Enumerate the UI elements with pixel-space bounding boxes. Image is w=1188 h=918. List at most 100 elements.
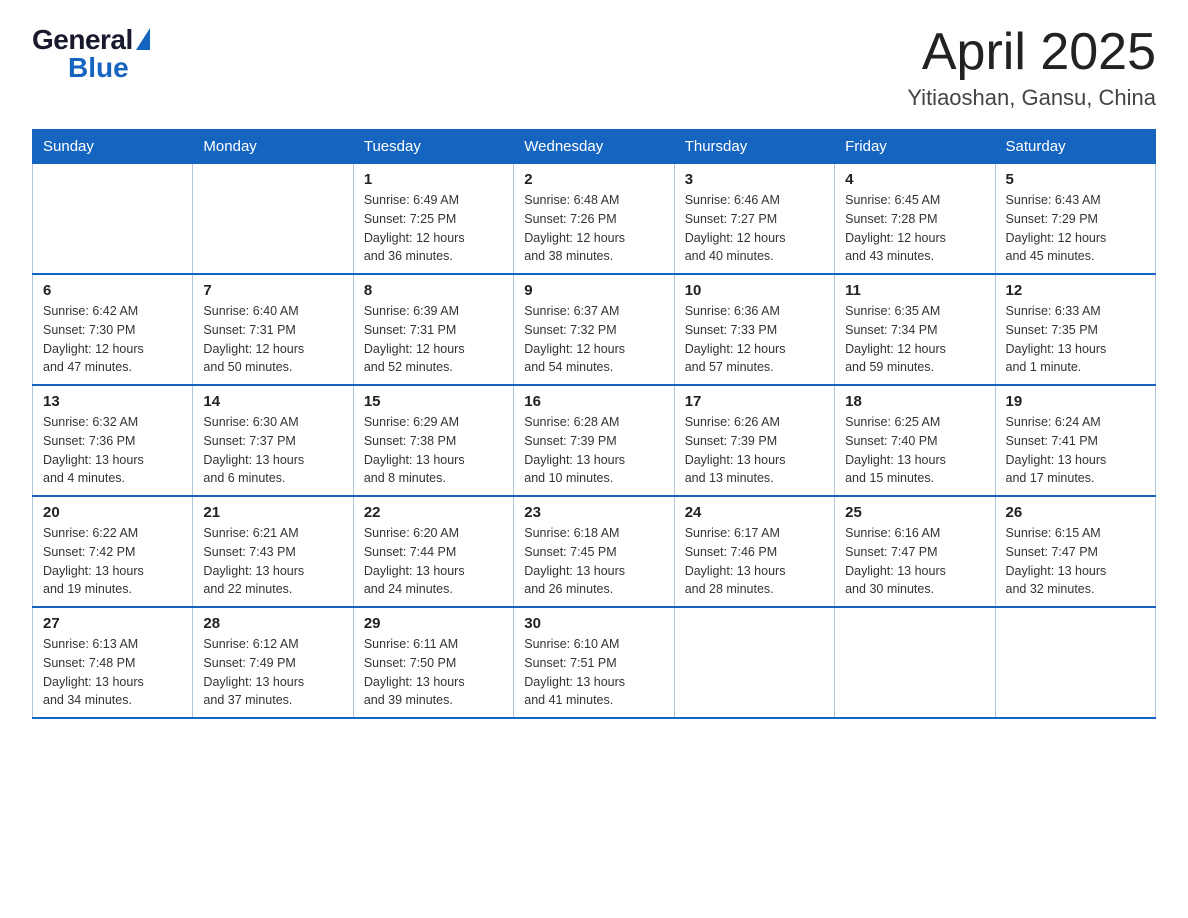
- day-number: 12: [1006, 282, 1145, 299]
- day-number: 27: [43, 615, 182, 632]
- day-number: 8: [364, 282, 503, 299]
- calendar-cell: 26 Sunrise: 6:15 AMSunset: 7:47 PMDayligh…: [995, 496, 1155, 607]
- day-number: 11: [845, 282, 984, 299]
- day-info: Sunrise: 6:25 AMSunset: 7:40 PMDaylight:…: [845, 413, 984, 488]
- day-info: Sunrise: 6:21 AMSunset: 7:43 PMDaylight:…: [203, 524, 342, 599]
- day-info: Sunrise: 6:49 AMSunset: 7:25 PMDaylight:…: [364, 191, 503, 266]
- calendar-week-row: 20 Sunrise: 6:22 AMSunset: 7:42 PMDayligh…: [33, 496, 1156, 607]
- calendar-cell: 19 Sunrise: 6:24 AMSunset: 7:41 PMDayligh…: [995, 385, 1155, 496]
- calendar-cell: 20 Sunrise: 6:22 AMSunset: 7:42 PMDayligh…: [33, 496, 193, 607]
- calendar-cell: 18 Sunrise: 6:25 AMSunset: 7:40 PMDayligh…: [835, 385, 995, 496]
- day-number: 28: [203, 615, 342, 632]
- day-number: 9: [524, 282, 663, 299]
- day-info: Sunrise: 6:37 AMSunset: 7:32 PMDaylight:…: [524, 302, 663, 377]
- calendar-cell: 17 Sunrise: 6:26 AMSunset: 7:39 PMDayligh…: [674, 385, 834, 496]
- day-info: Sunrise: 6:36 AMSunset: 7:33 PMDaylight:…: [685, 302, 824, 377]
- day-info: Sunrise: 6:48 AMSunset: 7:26 PMDaylight:…: [524, 191, 663, 266]
- day-info: Sunrise: 6:10 AMSunset: 7:51 PMDaylight:…: [524, 635, 663, 710]
- day-info: Sunrise: 6:11 AMSunset: 7:50 PMDaylight:…: [364, 635, 503, 710]
- day-info: Sunrise: 6:45 AMSunset: 7:28 PMDaylight:…: [845, 191, 984, 266]
- weekday-header-row: SundayMondayTuesdayWednesdayThursdayFrid…: [33, 130, 1156, 164]
- day-info: Sunrise: 6:12 AMSunset: 7:49 PMDaylight:…: [203, 635, 342, 710]
- logo: General Blue: [32, 24, 150, 84]
- day-number: 6: [43, 282, 182, 299]
- calendar-week-row: 6 Sunrise: 6:42 AMSunset: 7:30 PMDaylight…: [33, 274, 1156, 385]
- day-info: Sunrise: 6:26 AMSunset: 7:39 PMDaylight:…: [685, 413, 824, 488]
- day-info: Sunrise: 6:17 AMSunset: 7:46 PMDaylight:…: [685, 524, 824, 599]
- calendar-week-row: 27 Sunrise: 6:13 AMSunset: 7:48 PMDayligh…: [33, 607, 1156, 718]
- weekday-header-tuesday: Tuesday: [353, 130, 513, 164]
- day-number: 26: [1006, 504, 1145, 521]
- calendar-cell: 4 Sunrise: 6:45 AMSunset: 7:28 PMDaylight…: [835, 164, 995, 275]
- day-info: Sunrise: 6:43 AMSunset: 7:29 PMDaylight:…: [1006, 191, 1145, 266]
- day-number: 20: [43, 504, 182, 521]
- day-info: Sunrise: 6:35 AMSunset: 7:34 PMDaylight:…: [845, 302, 984, 377]
- location-subtitle: Yitiaoshan, Gansu, China: [907, 85, 1156, 111]
- logo-triangle-icon: [136, 28, 150, 50]
- calendar-cell: 12Sunrise: 6:33 AMSunset: 7:35 PMDayligh…: [995, 274, 1155, 385]
- calendar-week-row: 13 Sunrise: 6:32 AMSunset: 7:36 PMDayligh…: [33, 385, 1156, 496]
- page-header: General Blue April 2025 Yitiaoshan, Gans…: [32, 24, 1156, 111]
- calendar-cell: 28 Sunrise: 6:12 AMSunset: 7:49 PMDayligh…: [193, 607, 353, 718]
- day-number: 1: [364, 171, 503, 188]
- weekday-header-saturday: Saturday: [995, 130, 1155, 164]
- day-number: 13: [43, 393, 182, 410]
- calendar-cell: 6 Sunrise: 6:42 AMSunset: 7:30 PMDaylight…: [33, 274, 193, 385]
- day-number: 22: [364, 504, 503, 521]
- day-number: 29: [364, 615, 503, 632]
- calendar-cell: 21 Sunrise: 6:21 AMSunset: 7:43 PMDayligh…: [193, 496, 353, 607]
- day-number: 3: [685, 171, 824, 188]
- calendar-cell: 13 Sunrise: 6:32 AMSunset: 7:36 PMDayligh…: [33, 385, 193, 496]
- calendar-cell: 25Sunrise: 6:16 AMSunset: 7:47 PMDayligh…: [835, 496, 995, 607]
- day-info: Sunrise: 6:28 AMSunset: 7:39 PMDaylight:…: [524, 413, 663, 488]
- calendar-cell: 2 Sunrise: 6:48 AMSunset: 7:26 PMDaylight…: [514, 164, 674, 275]
- day-info: Sunrise: 6:32 AMSunset: 7:36 PMDaylight:…: [43, 413, 182, 488]
- day-number: 30: [524, 615, 663, 632]
- day-info: Sunrise: 6:13 AMSunset: 7:48 PMDaylight:…: [43, 635, 182, 710]
- day-number: 4: [845, 171, 984, 188]
- weekday-header-thursday: Thursday: [674, 130, 834, 164]
- calendar-cell: 14Sunrise: 6:30 AMSunset: 7:37 PMDayligh…: [193, 385, 353, 496]
- day-number: 2: [524, 171, 663, 188]
- month-title: April 2025: [907, 24, 1156, 81]
- day-number: 24: [685, 504, 824, 521]
- calendar-cell: 30 Sunrise: 6:10 AMSunset: 7:51 PMDayligh…: [514, 607, 674, 718]
- weekday-header-friday: Friday: [835, 130, 995, 164]
- calendar-cell: 27 Sunrise: 6:13 AMSunset: 7:48 PMDayligh…: [33, 607, 193, 718]
- calendar-cell: 15Sunrise: 6:29 AMSunset: 7:38 PMDayligh…: [353, 385, 513, 496]
- day-number: 7: [203, 282, 342, 299]
- day-number: 10: [685, 282, 824, 299]
- day-number: 5: [1006, 171, 1145, 188]
- calendar-cell: [835, 607, 995, 718]
- day-info: Sunrise: 6:20 AMSunset: 7:44 PMDaylight:…: [364, 524, 503, 599]
- weekday-header-monday: Monday: [193, 130, 353, 164]
- day-number: 18: [845, 393, 984, 410]
- day-info: Sunrise: 6:18 AMSunset: 7:45 PMDaylight:…: [524, 524, 663, 599]
- calendar-cell: 1 Sunrise: 6:49 AMSunset: 7:25 PMDaylight…: [353, 164, 513, 275]
- title-block: April 2025 Yitiaoshan, Gansu, China: [907, 24, 1156, 111]
- calendar-week-row: 1 Sunrise: 6:49 AMSunset: 7:25 PMDaylight…: [33, 164, 1156, 275]
- calendar-cell: 24 Sunrise: 6:17 AMSunset: 7:46 PMDayligh…: [674, 496, 834, 607]
- calendar-cell: 29 Sunrise: 6:11 AMSunset: 7:50 PMDayligh…: [353, 607, 513, 718]
- day-info: Sunrise: 6:39 AMSunset: 7:31 PMDaylight:…: [364, 302, 503, 377]
- day-number: 16: [524, 393, 663, 410]
- calendar-table: SundayMondayTuesdayWednesdayThursdayFrid…: [32, 129, 1156, 719]
- day-info: Sunrise: 6:24 AMSunset: 7:41 PMDaylight:…: [1006, 413, 1145, 488]
- calendar-cell: [674, 607, 834, 718]
- day-info: Sunrise: 6:42 AMSunset: 7:30 PMDaylight:…: [43, 302, 182, 377]
- day-number: 23: [524, 504, 663, 521]
- day-info: Sunrise: 6:46 AMSunset: 7:27 PMDaylight:…: [685, 191, 824, 266]
- day-number: 14: [203, 393, 342, 410]
- calendar-cell: 7Sunrise: 6:40 AMSunset: 7:31 PMDaylight…: [193, 274, 353, 385]
- day-number: 17: [685, 393, 824, 410]
- calendar-cell: [193, 164, 353, 275]
- day-number: 21: [203, 504, 342, 521]
- day-info: Sunrise: 6:22 AMSunset: 7:42 PMDaylight:…: [43, 524, 182, 599]
- calendar-cell: 22 Sunrise: 6:20 AMSunset: 7:44 PMDayligh…: [353, 496, 513, 607]
- logo-blue-text: Blue: [68, 52, 129, 84]
- calendar-cell: 11 Sunrise: 6:35 AMSunset: 7:34 PMDayligh…: [835, 274, 995, 385]
- day-info: Sunrise: 6:15 AMSunset: 7:47 PMDaylight:…: [1006, 524, 1145, 599]
- calendar-cell: 5 Sunrise: 6:43 AMSunset: 7:29 PMDaylight…: [995, 164, 1155, 275]
- day-number: 19: [1006, 393, 1145, 410]
- calendar-cell: 3 Sunrise: 6:46 AMSunset: 7:27 PMDaylight…: [674, 164, 834, 275]
